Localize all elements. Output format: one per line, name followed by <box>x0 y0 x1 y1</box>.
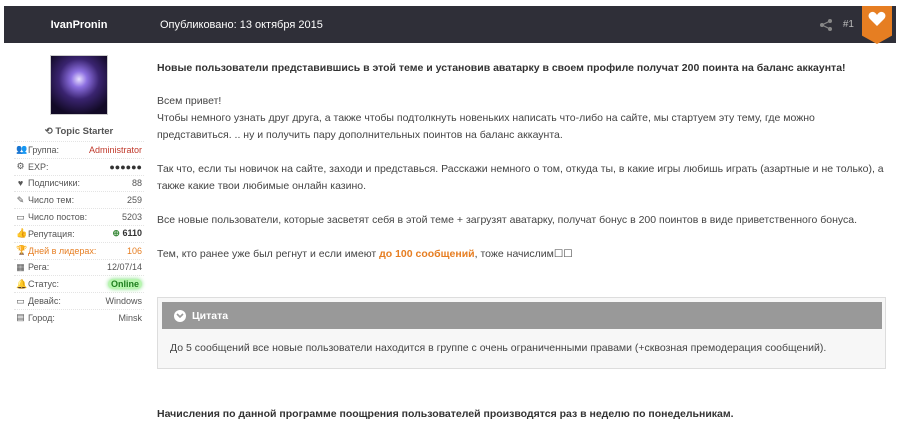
post-content: Новые пользователи представившись в этой… <box>157 60 887 263</box>
avatar[interactable] <box>50 55 108 115</box>
stat-label: Дней в лидерах: <box>28 245 97 256</box>
comment-icon: ▭ <box>16 211 25 222</box>
post-header: IvanPronin Опубликовано: 13 октября 2015… <box>4 6 896 44</box>
para4-highlight: до 100 сообщений <box>379 248 475 260</box>
stat-label: Число тем: <box>28 195 75 206</box>
post-paragraph-2: Так что, если ты новичок на сайте, заход… <box>157 163 884 192</box>
stat-label: Число постов: <box>28 212 88 223</box>
exp-icon: ⚙ <box>16 161 25 172</box>
post-paragraph-1: Чтобы немного узнать друг друга, а также… <box>157 112 815 141</box>
post-headline: Новые пользователи представившись в этой… <box>157 62 846 74</box>
stat-label: Девайс: <box>28 296 61 307</box>
stat-row-device: ▭ Девайс: Windows <box>14 292 144 309</box>
stat-value: 12/07/14 <box>106 262 142 273</box>
stat-value: 259 <box>126 195 142 206</box>
topic-starter-badge: ⟲ Topic Starter <box>14 126 144 137</box>
post-greeting: Всем привет! <box>157 95 222 107</box>
stat-value: 106 <box>126 245 142 256</box>
quote-text: До 5 сообщений все новые пользователи на… <box>170 342 827 354</box>
post-paragraph-4: Тем, кто ранее уже был регнут и если име… <box>157 246 887 263</box>
stat-value: 88 <box>131 178 142 189</box>
calendar-icon: ▦ <box>16 261 25 272</box>
stat-row-posts: ▭ Число постов: 5203 <box>14 208 144 225</box>
topic-starter-label: Topic Starter <box>55 126 114 137</box>
post-number[interactable]: #1 <box>843 19 854 30</box>
heart-icon: ♥ <box>17 177 24 188</box>
status-badge: Online <box>107 279 142 290</box>
post-date: Опубликовано: 13 октября 2015 <box>160 18 323 31</box>
bell-icon: 🔔 <box>16 278 28 289</box>
stat-label: Статус: <box>28 279 59 290</box>
stat-row-exp: ⚙ EXP: ●●●●●● <box>14 157 144 175</box>
trophy-icon: 🏆 <box>16 245 28 256</box>
quote-block: Цитата До 5 сообщений все новые пользова… <box>157 297 886 369</box>
stat-row-topics: ✎ Число тем: 259 <box>14 191 144 208</box>
stat-label: Подписчики: <box>28 178 81 189</box>
stat-value: Administrator <box>88 144 142 155</box>
stat-label: Группа: <box>28 144 60 155</box>
plus-icon: ⊕ <box>112 228 120 239</box>
post-footer-note: Начисления по данной программе поощрения… <box>157 408 734 420</box>
stat-value: Minsk <box>118 312 142 323</box>
stat-value: ●●●●●● <box>109 161 142 172</box>
stat-value: 6110 <box>122 228 142 239</box>
share-icon[interactable] <box>819 18 833 32</box>
stat-row-leader-days: 🏆 Дней в лидерах: 106 <box>14 241 144 259</box>
author-sidebar: ⟲ Topic Starter 👥 Группа: Administrator ⚙… <box>14 55 144 326</box>
users-icon: 👥 <box>16 144 28 155</box>
stat-row-group: 👥 Группа: Administrator <box>14 141 144 158</box>
chevron-down-icon <box>174 309 186 322</box>
refresh-icon: ⟲ <box>44 126 53 137</box>
author-name[interactable]: IvanPronin <box>4 19 154 31</box>
comments-icon: ✎ <box>16 194 25 205</box>
id-card-icon: ▤ <box>16 312 25 323</box>
stat-row-registered: ▦ Рега: 12/07/14 <box>14 258 144 276</box>
stat-label: Город: <box>28 312 55 323</box>
quote-title: Цитата <box>192 309 229 322</box>
stat-label: Репутация: <box>28 228 75 239</box>
para4-start: Тем, кто ранее уже был регнут и если име… <box>157 248 380 260</box>
stat-value: 5203 <box>121 212 142 223</box>
thumbs-up-icon: 👍 <box>16 228 28 239</box>
quote-header[interactable]: Цитата <box>162 302 882 329</box>
stat-value: Windows <box>105 296 142 307</box>
stat-label: Рега: <box>28 262 50 273</box>
stat-row-status: 🔔 Статус: Online <box>14 275 144 292</box>
stat-row-followers: ♥ Подписчики: 88 <box>14 174 144 192</box>
stat-label: EXP: <box>28 161 49 172</box>
monitor-icon: ▭ <box>16 295 25 306</box>
para4-end: , тоже начислим☐☐ <box>474 248 573 260</box>
stat-row-city: ▤ Город: Minsk <box>14 308 144 326</box>
stat-row-reputation: 👍 Репутация: ⊕ 6110 <box>14 224 144 242</box>
heart-icon <box>868 11 886 26</box>
post-paragraph-3: Все новые пользователи, которые засветят… <box>157 214 858 226</box>
